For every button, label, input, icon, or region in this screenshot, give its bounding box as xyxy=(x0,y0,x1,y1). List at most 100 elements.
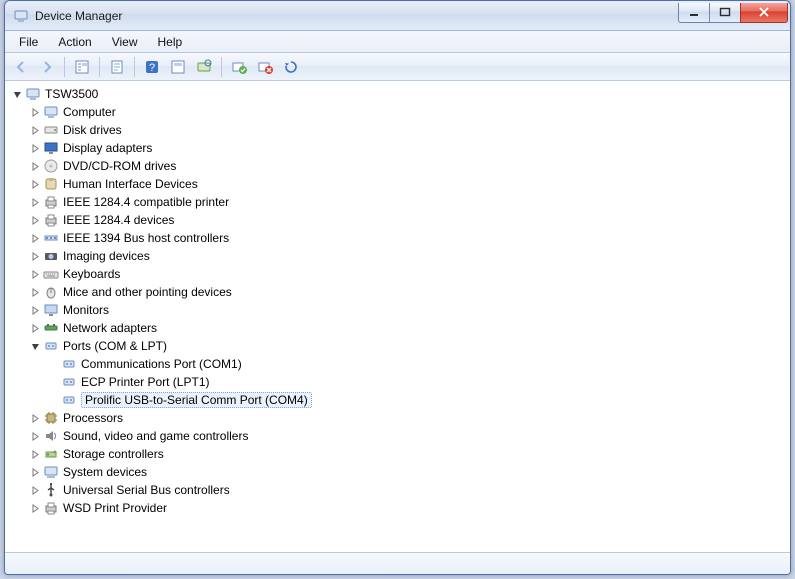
port-icon xyxy=(61,392,77,408)
app-icon xyxy=(13,8,29,24)
tree-item[interactable]: Storage controllers xyxy=(7,445,788,463)
system-icon xyxy=(43,464,59,480)
disk-icon xyxy=(43,122,59,138)
expand-icon xyxy=(29,322,41,334)
tree-item[interactable]: IEEE 1284.4 compatible printer xyxy=(7,193,788,211)
tree-item[interactable]: Monitors xyxy=(7,301,788,319)
tree-item[interactable]: Sound, video and game controllers xyxy=(7,427,788,445)
expand-icon xyxy=(47,358,59,370)
expand-icon xyxy=(47,376,59,388)
menu-help[interactable]: Help xyxy=(148,33,193,51)
bus-icon xyxy=(43,230,59,246)
tree-item[interactable]: Human Interface Devices xyxy=(7,175,788,193)
printer-icon xyxy=(43,500,59,516)
expand-icon xyxy=(29,196,41,208)
enable-button[interactable] xyxy=(227,55,251,79)
tree-item[interactable]: Network adapters xyxy=(7,319,788,337)
tree-item[interactable]: Computer xyxy=(7,103,788,121)
expand-icon xyxy=(29,106,41,118)
tree-item[interactable]: Universal Serial Bus controllers xyxy=(7,481,788,499)
toolbar xyxy=(5,53,790,81)
tree-root-item[interactable]: TSW3500 xyxy=(7,85,788,103)
expand-icon xyxy=(29,214,41,226)
uninstall-button[interactable] xyxy=(253,55,277,79)
expand-icon xyxy=(29,250,41,262)
toolbar-separator xyxy=(134,57,135,77)
minimize-button[interactable] xyxy=(678,3,710,23)
expand-icon xyxy=(29,232,41,244)
scan-hardware-button[interactable] xyxy=(192,55,216,79)
maximize-button[interactable] xyxy=(709,3,741,23)
tree-item[interactable]: System devices xyxy=(7,463,788,481)
tree-item[interactable]: Ports (COM & LPT) xyxy=(7,337,788,355)
printer-icon xyxy=(43,194,59,210)
tree-item-label: Network adapters xyxy=(63,321,157,335)
toolbar-separator xyxy=(64,57,65,77)
tree-item-label: Monitors xyxy=(63,303,109,317)
expand-icon xyxy=(29,160,41,172)
tree-item-label: Storage controllers xyxy=(63,447,164,461)
expand-icon xyxy=(29,142,41,154)
tree-item-label: DVD/CD-ROM drives xyxy=(63,159,176,173)
tree-item[interactable]: ECP Printer Port (LPT1) xyxy=(7,373,788,391)
storage-icon xyxy=(43,446,59,462)
expand-icon xyxy=(29,304,41,316)
port-icon xyxy=(61,374,77,390)
back-button[interactable] xyxy=(9,55,33,79)
tree-item[interactable]: Keyboards xyxy=(7,265,788,283)
tree-item-label: Computer xyxy=(63,105,116,119)
collapse-icon[interactable] xyxy=(29,340,41,352)
expand-icon xyxy=(29,178,41,190)
window-title: Device Manager xyxy=(35,9,679,23)
properties-button[interactable] xyxy=(105,55,129,79)
titlebar[interactable]: Device Manager xyxy=(5,1,790,31)
tree-item[interactable]: IEEE 1284.4 devices xyxy=(7,211,788,229)
help-button[interactable] xyxy=(140,55,164,79)
imaging-icon xyxy=(43,248,59,264)
tree-item-label: Imaging devices xyxy=(63,249,150,263)
tree-item-label: Communications Port (COM1) xyxy=(81,357,242,371)
menu-view[interactable]: View xyxy=(102,33,148,51)
printer-icon xyxy=(43,212,59,228)
tree-item-label: System devices xyxy=(63,465,147,479)
forward-button[interactable] xyxy=(35,55,59,79)
tree-item-label: Prolific USB-to-Serial Comm Port (COM4) xyxy=(81,392,312,408)
network-icon xyxy=(43,320,59,336)
tree-item-label: Disk drives xyxy=(63,123,122,137)
tree-item-label: Ports (COM & LPT) xyxy=(63,339,167,353)
expand-icon xyxy=(29,448,41,460)
collapse-icon[interactable] xyxy=(11,88,23,100)
dvd-icon xyxy=(43,158,59,174)
tree-item[interactable]: DVD/CD-ROM drives xyxy=(7,157,788,175)
usb-icon xyxy=(43,482,59,498)
tree-item[interactable]: Prolific USB-to-Serial Comm Port (COM4) xyxy=(7,391,788,409)
sound-icon xyxy=(43,428,59,444)
tree-item-label: ECP Printer Port (LPT1) xyxy=(81,375,209,389)
monitor-icon xyxy=(43,302,59,318)
tree-item[interactable]: Disk drives xyxy=(7,121,788,139)
expand-icon xyxy=(29,466,41,478)
expand-icon xyxy=(29,268,41,280)
close-button[interactable] xyxy=(740,3,788,23)
computer-icon xyxy=(25,86,41,102)
tree-item-label: IEEE 1284.4 compatible printer xyxy=(63,195,229,209)
update-driver-button[interactable] xyxy=(166,55,190,79)
tree-item-label: Mice and other pointing devices xyxy=(63,285,232,299)
menu-action[interactable]: Action xyxy=(48,33,101,51)
computer-icon xyxy=(43,104,59,120)
tree-item[interactable]: Mice and other pointing devices xyxy=(7,283,788,301)
device-tree-pane[interactable]: TSW3500 Computer Disk drives Display adapte… xyxy=(5,81,790,552)
tree-item[interactable]: Communications Port (COM1) xyxy=(7,355,788,373)
menu-file[interactable]: File xyxy=(9,33,48,51)
tree-item[interactable]: WSD Print Provider xyxy=(7,499,788,517)
refresh-button[interactable] xyxy=(279,55,303,79)
show-hidden-button[interactable] xyxy=(70,55,94,79)
tree-item[interactable]: Display adapters xyxy=(7,139,788,157)
hid-icon xyxy=(43,176,59,192)
tree-item[interactable]: Processors xyxy=(7,409,788,427)
tree-item[interactable]: IEEE 1394 Bus host controllers xyxy=(7,229,788,247)
tree-item[interactable]: Imaging devices xyxy=(7,247,788,265)
cpu-icon xyxy=(43,410,59,426)
device-manager-window: Device Manager File Action View Help TSW… xyxy=(4,0,791,575)
display-icon xyxy=(43,140,59,156)
